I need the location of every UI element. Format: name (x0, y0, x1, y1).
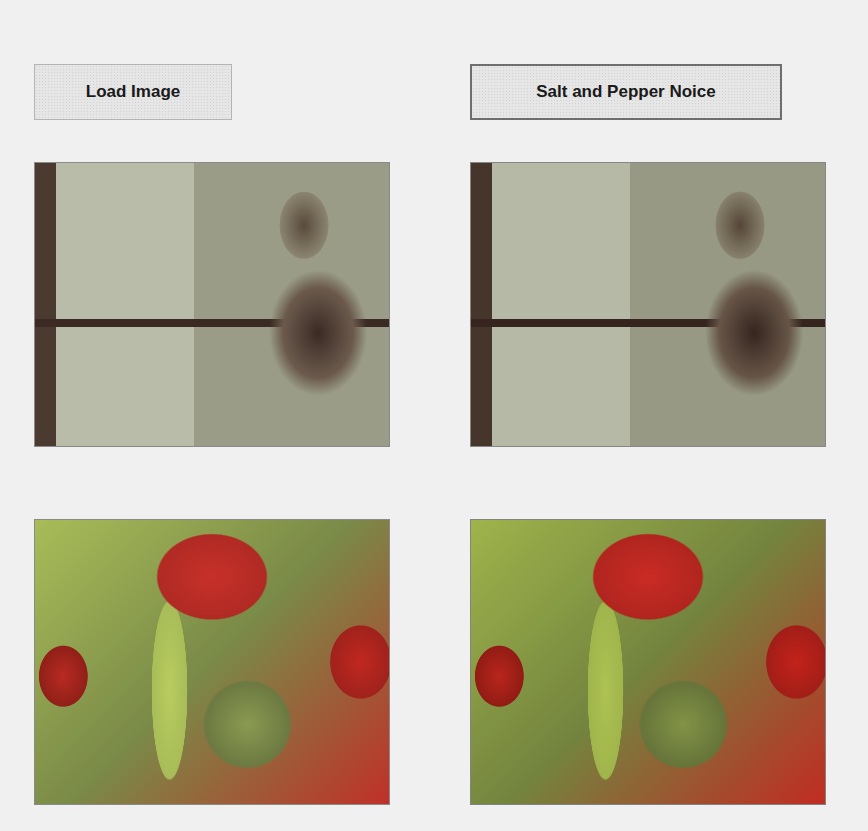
button-label: Salt and Pepper Noice (536, 82, 716, 102)
load-image-button[interactable]: Load Image (34, 64, 232, 120)
processed-image (470, 519, 826, 805)
processed-image (470, 162, 826, 447)
original-image (34, 519, 390, 805)
original-image (34, 162, 390, 447)
noise-button[interactable]: Salt and Pepper Noice (470, 64, 782, 120)
button-label: Load Image (86, 82, 180, 102)
main-window: Load Image Salt and Pepper Noice (0, 0, 868, 805)
